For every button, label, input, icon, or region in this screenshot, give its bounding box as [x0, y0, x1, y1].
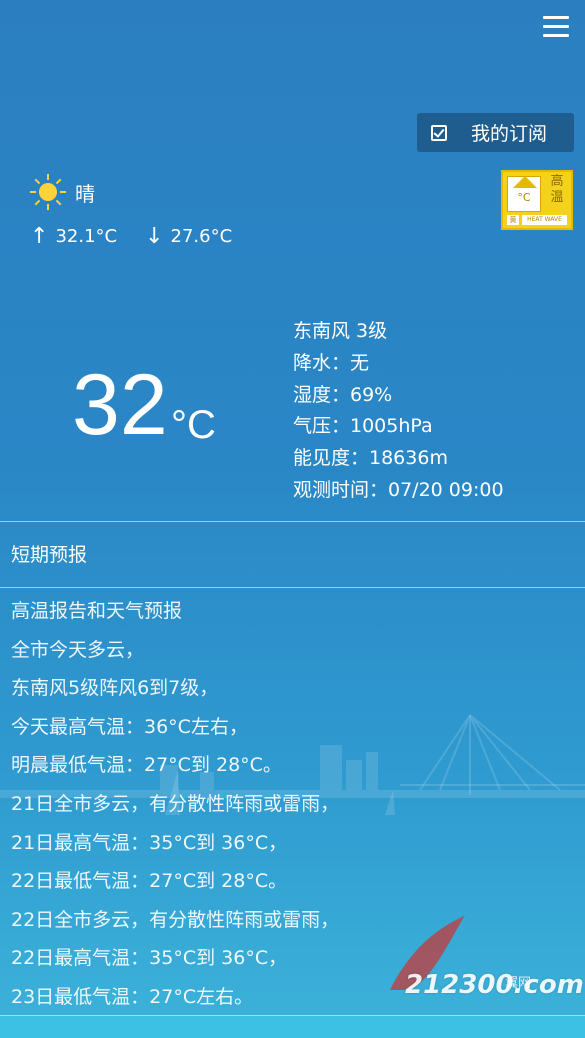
divider — [0, 521, 585, 522]
current-temperature: 32 — [72, 357, 168, 453]
footer-band — [0, 1015, 585, 1038]
precip-info: 降水：无 — [293, 351, 370, 374]
my-subscriptions-button[interactable]: 我的订阅 — [417, 113, 574, 152]
forecast-line: 21日最高气温：35°C到 36°C， — [11, 831, 288, 854]
low-temp: 27.6°C — [170, 226, 233, 247]
high-temp: 32.1°C — [55, 226, 118, 247]
divider — [0, 587, 585, 588]
watermark: 212300.com — [405, 970, 584, 1000]
forecast-line: 高温报告和天气预报 — [11, 600, 183, 622]
hamburger-menu-icon[interactable] — [543, 16, 569, 38]
sun-icon — [30, 174, 66, 210]
short-forecast-text: 高温报告和天气预报 全市今天多云， 东南风5级阵风6到7级， 今天最高气温：36… — [11, 592, 339, 1017]
short-forecast-title: 短期预报 — [11, 544, 88, 566]
humidity-info: 湿度：69% — [293, 383, 393, 406]
pressure-info: 气压：1005hPa — [293, 415, 433, 438]
heat-warning-level: 黄 — [507, 215, 519, 225]
forecast-line: 22日全市多云，有分散性阵雨或雷雨， — [11, 908, 340, 931]
forecast-line: 22日最高气温：35°C到 36°C， — [11, 947, 288, 970]
current-condition: 晴 — [30, 174, 95, 210]
my-subscriptions-label: 我的订阅 — [471, 123, 548, 145]
forecast-line: 21日全市多云，有分散性阵雨或雷雨， — [11, 792, 340, 815]
checkbox-icon — [431, 124, 447, 141]
arrow-up-icon: ↑ — [30, 224, 49, 249]
forecast-line: 22日最低气温：27°C到 28°C。 — [11, 870, 288, 893]
forecast-line: 东南风5级阵风6到7级， — [11, 677, 219, 700]
forecast-line: 明晨最低气温：27°C到 28°C。 — [11, 754, 282, 777]
arrow-down-icon: ↓ — [145, 224, 164, 249]
forecast-line: 全市今天多云， — [11, 638, 145, 661]
heat-warning-english: HEAT WAVE — [522, 215, 567, 225]
high-low-temps: ↑ 32.1°C ↓ 27.6°C — [30, 224, 232, 249]
forecast-line: 23日最低气温：27°C左右。 — [11, 985, 254, 1008]
observed-time: 观测时间：07/20 09:00 — [293, 478, 504, 501]
forecast-line: 今天最高气温：36°C左右， — [11, 715, 248, 738]
visibility-info: 能见度：18636m — [293, 447, 448, 470]
heat-warning-icon[interactable]: °C 高温 黄 HEAT WAVE — [501, 170, 573, 230]
temperature-unit: °C — [171, 403, 216, 447]
condition-text: 晴 — [75, 181, 95, 206]
heat-warning-chars: 高温 — [550, 174, 564, 205]
weather-details: 东南风 3级 降水：无 湿度：69% 气压：1005hPa 能见度：18636m… — [293, 316, 504, 507]
wind-info: 东南风 3级 — [293, 320, 388, 342]
